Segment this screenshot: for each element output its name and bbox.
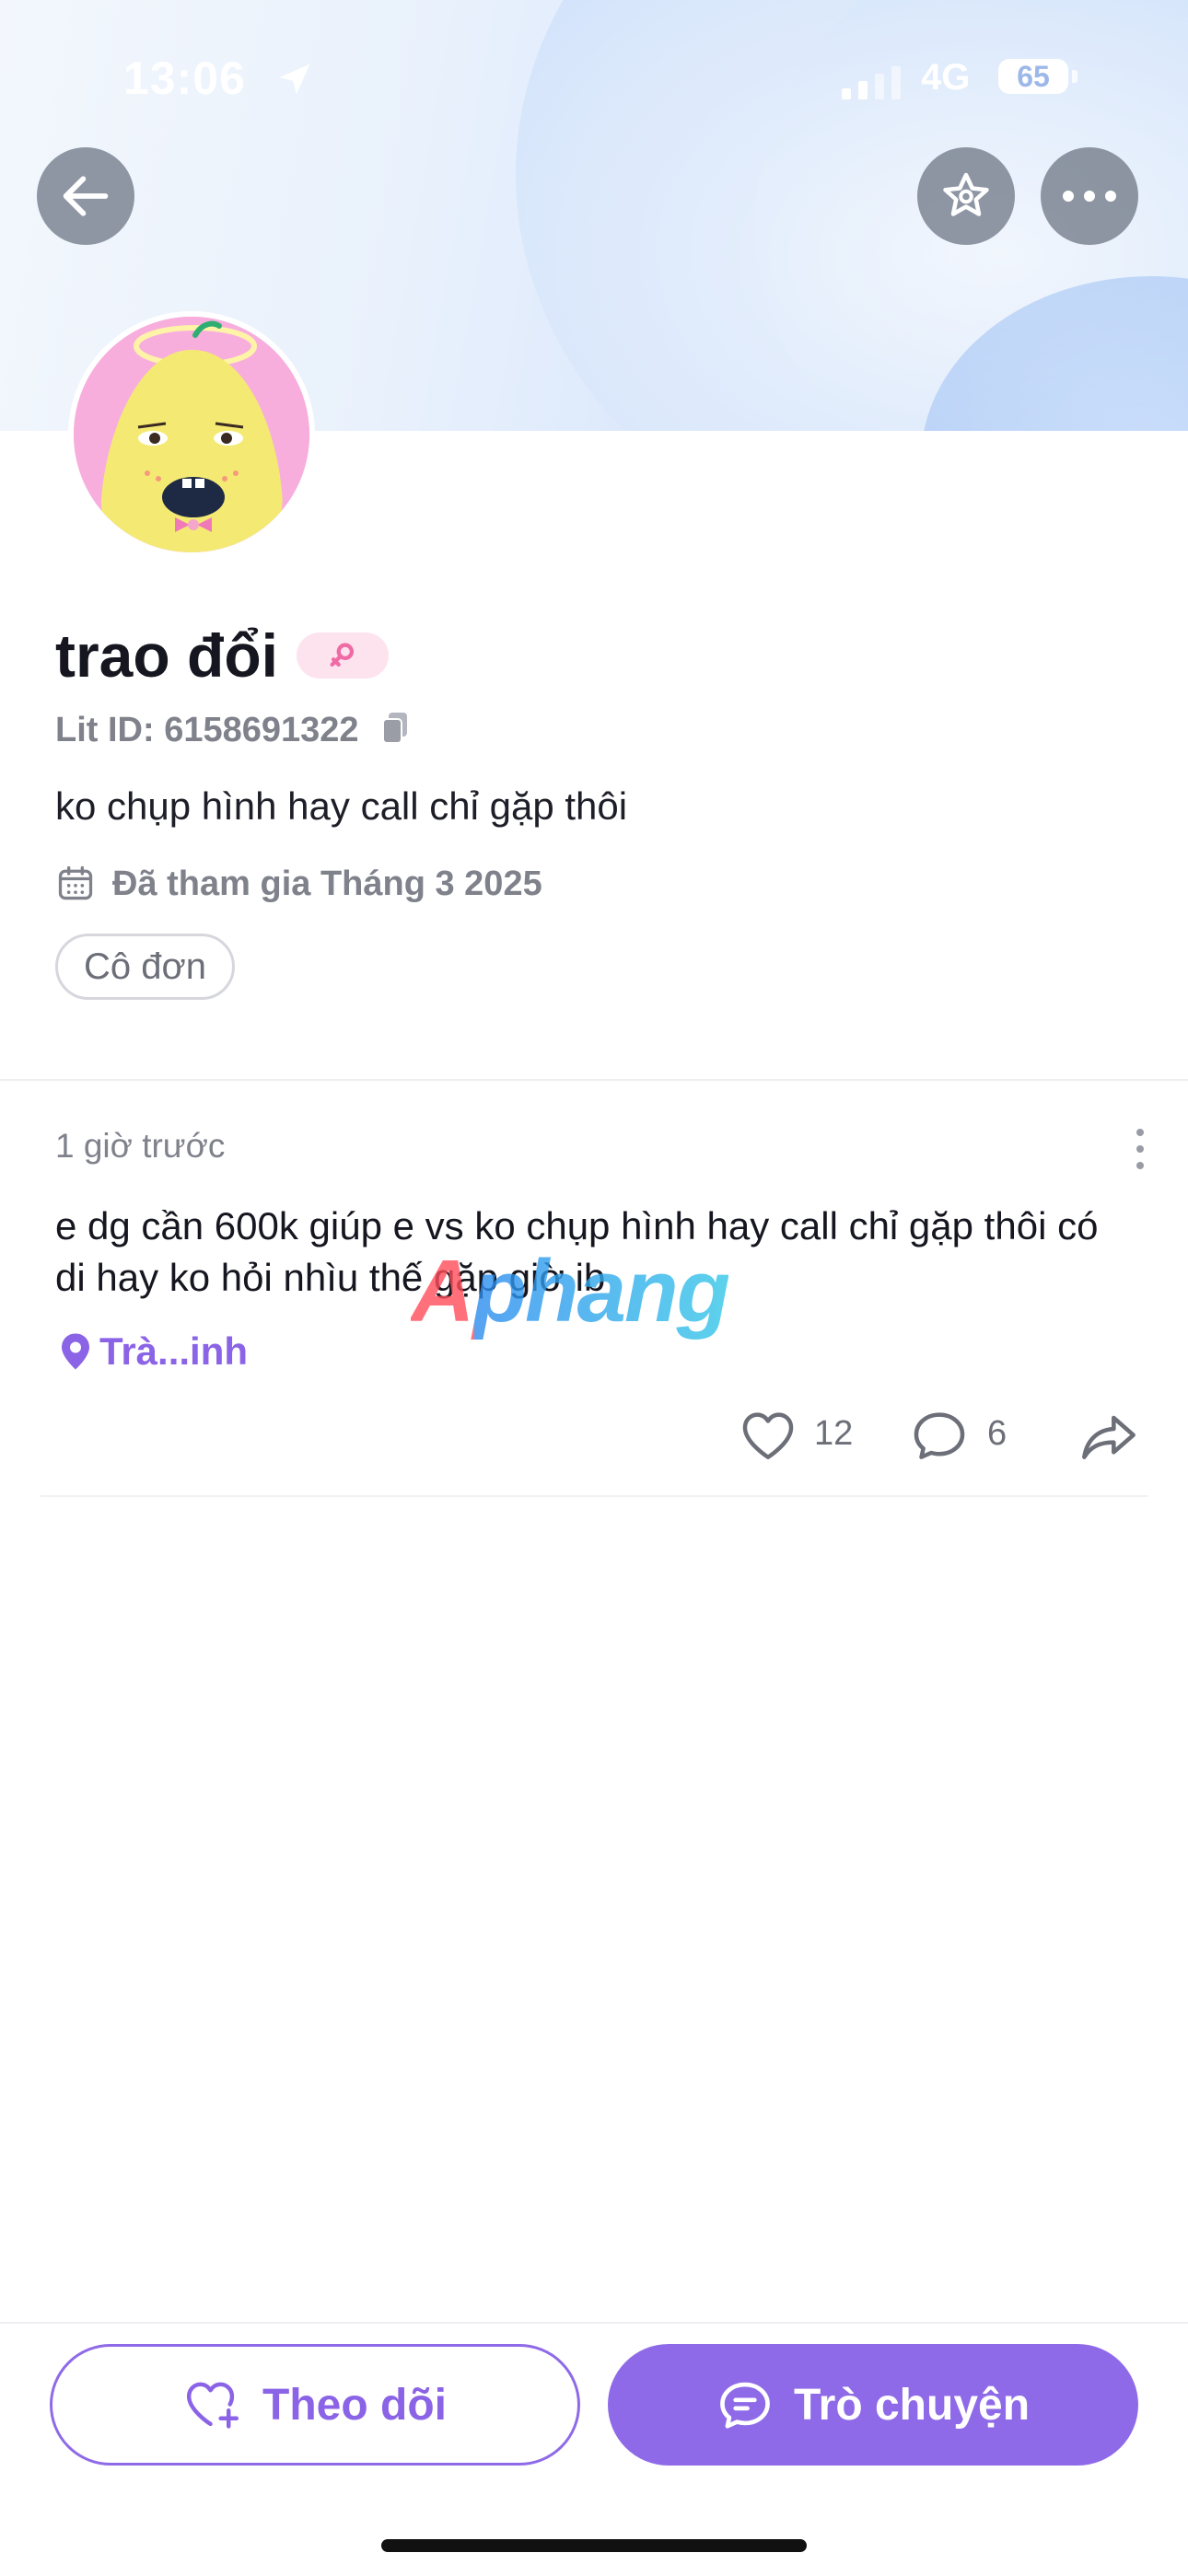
profile-name-row: trao đổi <box>55 619 389 692</box>
heart-icon[interactable] <box>739 1409 798 1467</box>
gender-badge <box>297 632 389 679</box>
comment-icon[interactable] <box>910 1409 969 1467</box>
profile-name: trao đổi <box>55 621 278 690</box>
more-options-button[interactable] <box>1041 147 1138 245</box>
divider <box>0 1079 1188 1081</box>
back-arrow-icon <box>63 176 109 216</box>
location-label: Trà...inh <box>99 1329 249 1373</box>
chat-label: Trò chuyện <box>793 2380 1031 2430</box>
star-icon <box>943 172 989 216</box>
network-type: 4G <box>921 57 971 98</box>
location-pin-icon <box>62 1333 89 1370</box>
post-location[interactable]: Trà...inh <box>59 1329 248 1374</box>
joined-row: Đã tham gia Tháng 3 2025 <box>55 864 542 904</box>
heart-plus-icon <box>183 2378 242 2431</box>
comment-count: 6 <box>987 1414 1007 1453</box>
chat-button[interactable]: Trò chuyện <box>608 2344 1138 2466</box>
location-arrow-icon <box>274 59 315 104</box>
joined-date: Đã tham gia Tháng 3 2025 <box>112 864 542 903</box>
battery-icon: 65 <box>998 59 1068 94</box>
chat-bubble-icon <box>716 2378 774 2431</box>
watermark-logo: Aphang <box>411 1242 730 1340</box>
post-time: 1 giờ trước <box>55 1127 226 1165</box>
avatar[interactable] <box>68 311 315 558</box>
status-time: 13:06 <box>123 52 246 104</box>
copy-icon[interactable] <box>379 711 411 750</box>
profile-bio: ko chụp hình hay call chỉ gặp thôi <box>55 784 628 828</box>
back-button[interactable] <box>37 147 134 245</box>
female-icon <box>330 643 355 667</box>
post-more-button[interactable] <box>1136 1129 1147 1178</box>
follow-button[interactable]: Theo dõi <box>50 2344 580 2466</box>
more-icon <box>1063 191 1116 202</box>
lit-id: Lit ID: 6158691322 <box>55 711 359 749</box>
share-icon[interactable] <box>1079 1410 1138 1467</box>
home-indicator <box>381 2539 807 2552</box>
favorite-button[interactable] <box>917 147 1015 245</box>
like-count: 12 <box>814 1414 854 1453</box>
divider <box>41 1495 1147 1497</box>
calendar-icon <box>58 865 93 900</box>
post-actions: 12 6 <box>0 1409 1188 1464</box>
lit-id-row: Lit ID: 6158691322 <box>55 711 411 750</box>
follow-label: Theo dõi <box>262 2380 447 2430</box>
signal-icon <box>842 66 906 104</box>
status-bar: 13:06 4G 65 <box>0 48 1188 112</box>
status-tag: Cô đơn <box>55 934 235 1000</box>
